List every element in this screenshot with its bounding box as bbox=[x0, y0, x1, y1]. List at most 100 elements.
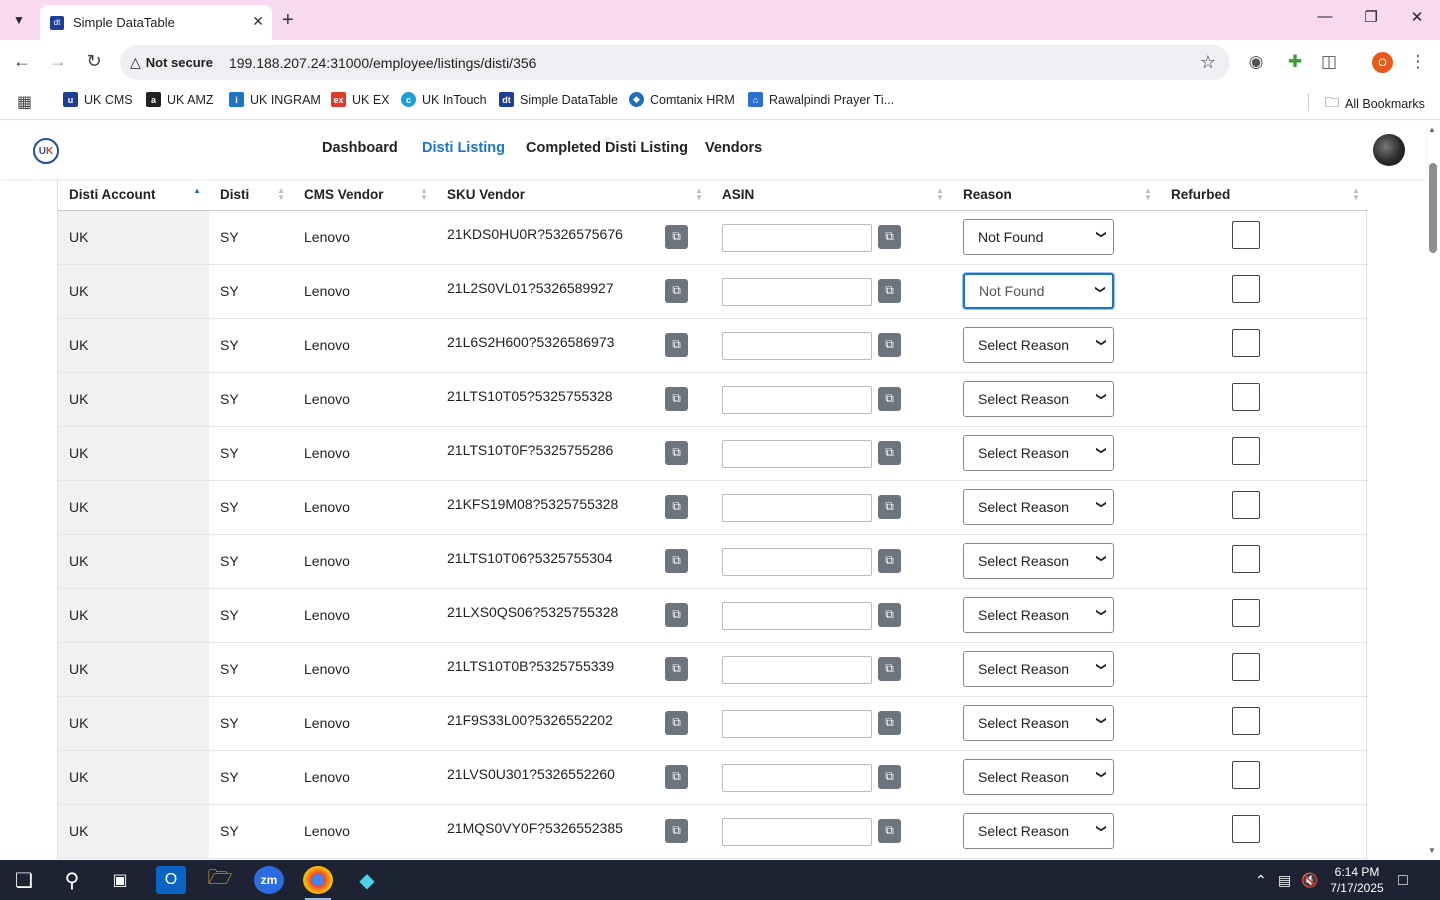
copy-sku-button[interactable]: ⧉ bbox=[665, 386, 688, 411]
forward-icon[interactable]: → bbox=[46, 51, 70, 72]
copy-sku-button[interactable]: ⧉ bbox=[665, 332, 688, 357]
copy-sku-button[interactable]: ⧉ bbox=[665, 818, 688, 843]
reason-select[interactable]: Select Reason ❯ bbox=[963, 381, 1114, 417]
asin-input[interactable] bbox=[722, 331, 872, 360]
asin-input[interactable] bbox=[722, 547, 872, 576]
back-icon[interactable]: ← bbox=[10, 51, 34, 72]
reason-select[interactable]: Select Reason ❯ bbox=[963, 489, 1114, 525]
asin-input[interactable] bbox=[722, 223, 872, 252]
copy-sku-button[interactable]: ⧉ bbox=[665, 710, 688, 735]
scrollbar-thumb[interactable] bbox=[1429, 163, 1437, 253]
copy-sku-button[interactable]: ⧉ bbox=[665, 602, 688, 627]
chrome-icon[interactable] bbox=[303, 866, 333, 900]
refurbed-checkbox[interactable] bbox=[1232, 599, 1260, 627]
copy-sku-button[interactable]: ⧉ bbox=[665, 548, 688, 573]
paste-asin-button[interactable]: ⧉ bbox=[878, 602, 901, 627]
refurbed-checkbox[interactable] bbox=[1232, 707, 1260, 735]
refurbed-checkbox[interactable] bbox=[1232, 491, 1260, 519]
bookmark-simple-datatable[interactable]: dt Simple DataTable bbox=[499, 92, 618, 107]
paste-asin-button[interactable]: ⧉ bbox=[878, 710, 901, 735]
bookmark-comtanix-hrm[interactable]: ◆ Comtanix HRM bbox=[629, 92, 735, 107]
minimize-icon[interactable]: — bbox=[1313, 8, 1337, 25]
asin-input[interactable] bbox=[722, 385, 872, 414]
nav-completed-disti-listing[interactable]: Completed Disti Listing bbox=[526, 140, 688, 156]
address-bar[interactable]: △ Not secure 199.188.207.24:31000/employ… bbox=[120, 45, 1230, 80]
refurbed-checkbox[interactable] bbox=[1232, 653, 1260, 681]
copy-sku-button[interactable]: ⧉ bbox=[665, 278, 688, 303]
asin-input[interactable] bbox=[722, 709, 872, 738]
asin-input[interactable] bbox=[722, 277, 872, 306]
bookmark-rawalpindi-prayer[interactable]: ⌂ Rawalpindi Prayer Ti... bbox=[748, 92, 894, 107]
bookmark-uk-amz[interactable]: a UK AMZ bbox=[146, 92, 214, 107]
tray-chevron-icon[interactable]: ⌃ bbox=[1255, 872, 1267, 889]
page-scrollbar[interactable]: ▲ ▼ bbox=[1426, 121, 1440, 860]
paste-asin-button[interactable]: ⧉ bbox=[878, 332, 901, 357]
copy-sku-button[interactable]: ⧉ bbox=[665, 440, 688, 465]
outlook-icon[interactable]: O bbox=[156, 866, 186, 894]
new-tab-icon[interactable]: + bbox=[282, 9, 294, 32]
bookmark-uk-ex[interactable]: ex UK EX bbox=[331, 92, 390, 107]
paste-asin-button[interactable]: ⧉ bbox=[878, 278, 901, 303]
refurbed-checkbox[interactable] bbox=[1232, 815, 1260, 843]
notifications-icon[interactable]: □ bbox=[1398, 872, 1408, 890]
zoom-icon[interactable]: zm bbox=[254, 866, 284, 894]
windows-start-icon[interactable]: ❏ bbox=[9, 866, 39, 894]
refurbed-checkbox[interactable] bbox=[1232, 761, 1260, 789]
tab-close-icon[interactable]: ✕ bbox=[252, 13, 264, 30]
reason-select[interactable]: Select Reason ❯ bbox=[963, 597, 1114, 633]
network-icon[interactable]: ▤ bbox=[1278, 872, 1291, 889]
column-header-disti-account[interactable]: Disti Account ▲ bbox=[58, 179, 209, 211]
paste-asin-button[interactable]: ⧉ bbox=[878, 386, 901, 411]
reason-select[interactable]: Select Reason ❯ bbox=[963, 327, 1114, 363]
reason-select[interactable]: Select Reason ❯ bbox=[963, 543, 1114, 579]
paste-asin-button[interactable]: ⧉ bbox=[878, 818, 901, 843]
extensions-puzzle-icon[interactable]: ◫ bbox=[1317, 52, 1341, 72]
app-diamond-icon[interactable]: ◆ bbox=[352, 866, 382, 894]
bookmark-star-icon[interactable]: ☆ bbox=[1200, 52, 1216, 73]
column-header-sku-vendor[interactable]: SKU Vendor ▲ ▼ bbox=[436, 179, 711, 211]
column-header-cms-vendor[interactable]: CMS Vendor ▲ ▼ bbox=[293, 179, 436, 211]
security-indicator[interactable]: △ Not secure bbox=[130, 54, 213, 71]
refurbed-checkbox[interactable] bbox=[1232, 329, 1260, 357]
paste-asin-button[interactable]: ⧉ bbox=[878, 494, 901, 519]
url-text[interactable]: 199.188.207.24:31000/employee/listings/d… bbox=[229, 55, 536, 71]
paste-asin-button[interactable]: ⧉ bbox=[878, 224, 901, 249]
uk-logo[interactable]: UK bbox=[33, 138, 59, 164]
restore-icon[interactable]: ❐ bbox=[1359, 8, 1383, 26]
reason-select[interactable]: Select Reason ❯ bbox=[963, 759, 1114, 795]
refurbed-checkbox[interactable] bbox=[1232, 383, 1260, 411]
asin-input[interactable] bbox=[722, 655, 872, 684]
volume-muted-icon[interactable]: 🔇 bbox=[1301, 872, 1318, 889]
search-icon[interactable]: ⚲ bbox=[57, 866, 87, 894]
column-header-refurbed[interactable]: Refurbed ▲ ▼ bbox=[1160, 179, 1368, 211]
paste-asin-button[interactable]: ⧉ bbox=[878, 548, 901, 573]
reason-select[interactable]: Select Reason ❯ bbox=[963, 651, 1114, 687]
window-close-icon[interactable]: ✕ bbox=[1405, 8, 1429, 26]
copy-sku-button[interactable]: ⧉ bbox=[665, 764, 688, 789]
asin-input[interactable] bbox=[722, 439, 872, 468]
translate-icon[interactable]: ◉ bbox=[1244, 52, 1268, 72]
copy-sku-button[interactable]: ⧉ bbox=[665, 656, 688, 681]
all-bookmarks[interactable]: 🗀 All Bookmarks bbox=[1325, 92, 1425, 116]
task-view-icon[interactable]: ▣ bbox=[105, 866, 135, 894]
column-header-asin[interactable]: ASIN ▲ ▼ bbox=[711, 179, 952, 211]
nav-vendors[interactable]: Vendors bbox=[705, 140, 762, 156]
taskbar-clock[interactable]: 6:14 PM 7/17/2025 bbox=[1326, 864, 1388, 896]
asin-input[interactable] bbox=[722, 763, 872, 792]
nav-dashboard[interactable]: Dashboard bbox=[322, 140, 398, 156]
bookmark-uk-ingram[interactable]: i UK INGRAM bbox=[229, 92, 321, 107]
profile-avatar[interactable]: O bbox=[1372, 52, 1393, 73]
asin-input[interactable] bbox=[722, 817, 872, 846]
paste-asin-button[interactable]: ⧉ bbox=[878, 656, 901, 681]
reason-select[interactable]: Select Reason ❯ bbox=[963, 813, 1114, 849]
refurbed-checkbox[interactable] bbox=[1232, 437, 1260, 465]
paste-asin-button[interactable]: ⧉ bbox=[878, 764, 901, 789]
user-avatar[interactable] bbox=[1373, 134, 1405, 166]
refurbed-checkbox[interactable] bbox=[1232, 545, 1260, 573]
refurbed-checkbox[interactable] bbox=[1232, 221, 1260, 249]
column-header-disti[interactable]: Disti ▲ ▼ bbox=[209, 179, 293, 211]
extension-plus-icon[interactable]: ✚ bbox=[1283, 52, 1307, 72]
column-header-reason[interactable]: Reason ▲ ▼ bbox=[952, 179, 1160, 211]
scroll-down-icon[interactable]: ▼ bbox=[1428, 846, 1436, 855]
browser-tab[interactable]: dt Simple DataTable ✕ bbox=[40, 5, 272, 40]
